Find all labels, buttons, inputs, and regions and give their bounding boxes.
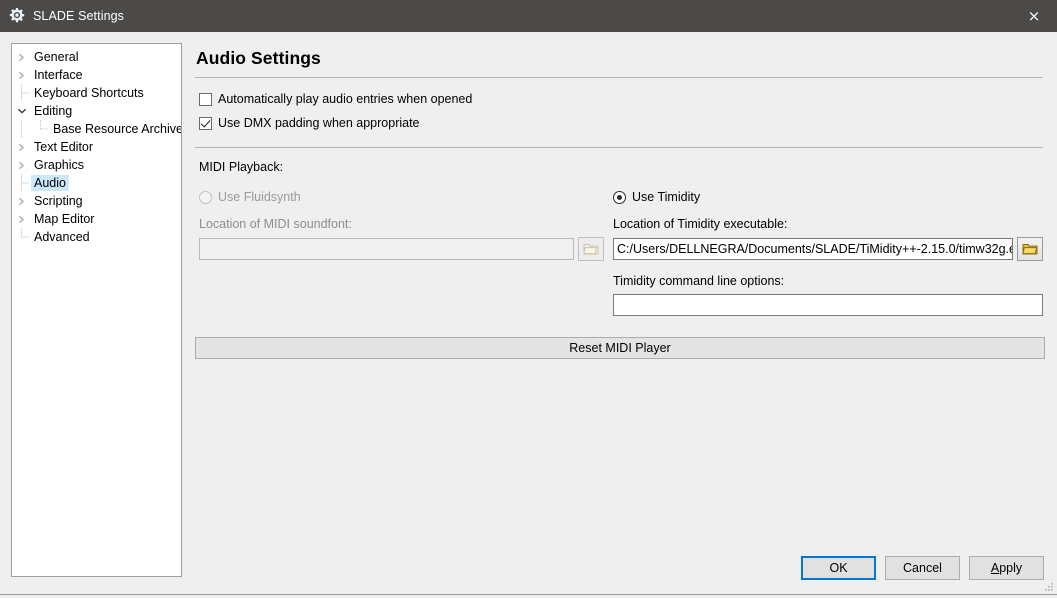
- radio-circle[interactable]: [613, 190, 626, 204]
- cancel-button[interactable]: Cancel: [885, 556, 960, 580]
- apply-button[interactable]: Apply: [969, 556, 1044, 580]
- radio-label: Use Fluidsynth: [218, 190, 301, 204]
- sidebar-item-label: Editing: [34, 104, 73, 118]
- settings-content-pane: Audio Settings Automatically play audio …: [194, 40, 1045, 560]
- sidebar-item-audio[interactable]: Audio: [12, 174, 181, 192]
- midi-soundfont-input[interactable]: [199, 238, 574, 260]
- apply-accel-letter: A: [990, 561, 1000, 575]
- midi-soundfont-label: Location of MIDI soundfont:: [199, 217, 352, 231]
- radio-use-timidity[interactable]: Use Timidity: [613, 188, 1043, 206]
- checkbox-label: Automatically play audio entries when op…: [218, 92, 473, 106]
- timidity-exe-input[interactable]: C:/Users/DELLNEGRA/Documents/SLADE/TiMid…: [613, 238, 1013, 260]
- tree-connector-icon: [31, 120, 50, 138]
- radio-circle[interactable]: [199, 190, 212, 204]
- midi-playback-label: MIDI Playback:: [199, 160, 284, 174]
- chevron-right-icon[interactable]: [12, 192, 31, 210]
- window-title: SLADE Settings: [33, 9, 125, 23]
- reset-midi-player-button[interactable]: Reset MIDI Player: [195, 337, 1045, 359]
- sidebar-item-label: Audio: [31, 175, 69, 191]
- sidebar-item-editing[interactable]: Editing: [12, 102, 181, 120]
- sidebar-item-label: Graphics: [34, 158, 85, 172]
- resize-grip-icon[interactable]: [1042, 580, 1054, 592]
- tree-connector-icon: [12, 228, 31, 246]
- checkbox-box[interactable]: [199, 92, 212, 106]
- tree-indent-guide: [12, 120, 31, 138]
- timidity-exe-label: Location of Timidity executable:: [613, 217, 788, 231]
- sidebar-item-label: General: [34, 50, 79, 64]
- settings-category-tree[interactable]: General Interface Keyboard Shortcuts Edi…: [11, 43, 182, 577]
- page-title: Audio Settings: [196, 48, 321, 68]
- sidebar-item-text-editor[interactable]: Text Editor: [12, 138, 181, 156]
- checkbox-dmx-padding[interactable]: Use DMX padding when appropriate: [199, 113, 1044, 133]
- title-divider: [195, 77, 1043, 78]
- sidebar-item-label: Interface: [34, 68, 83, 82]
- timidity-options-input[interactable]: [613, 294, 1043, 316]
- tree-connector-icon: [12, 84, 31, 102]
- radio-use-fluidsynth[interactable]: Use Fluidsynth: [199, 188, 604, 206]
- chevron-right-icon[interactable]: [12, 66, 31, 84]
- dialog-button-bar: OK Cancel Apply: [801, 556, 1044, 580]
- folder-icon[interactable]: [1017, 237, 1043, 261]
- ok-button[interactable]: OK: [801, 556, 876, 580]
- sidebar-item-label: Map Editor: [34, 212, 95, 226]
- radio-label: Use Timidity: [632, 190, 701, 204]
- sidebar-item-keyboard-shortcuts[interactable]: Keyboard Shortcuts: [12, 84, 181, 102]
- sidebar-item-label: Advanced: [34, 230, 90, 244]
- sidebar-item-label: Scripting: [34, 194, 83, 208]
- sidebar-item-label: Base Resource Archive: [53, 122, 182, 136]
- checkbox-label: Use DMX padding when appropriate: [218, 116, 420, 130]
- timidity-options-label: Timidity command line options:: [613, 274, 785, 288]
- chevron-right-icon[interactable]: [12, 156, 31, 174]
- window-titlebar: SLADE Settings ×: [0, 0, 1057, 32]
- close-icon[interactable]: ×: [1011, 0, 1057, 32]
- sidebar-item-base-resource-archive[interactable]: Base Resource Archive: [12, 120, 181, 138]
- sidebar-item-label: Text Editor: [34, 140, 94, 154]
- sidebar-item-interface[interactable]: Interface: [12, 66, 181, 84]
- chevron-right-icon[interactable]: [12, 210, 31, 228]
- sidebar-item-map-editor[interactable]: Map Editor: [12, 210, 181, 228]
- checkbox-box[interactable]: [199, 116, 212, 130]
- sidebar-item-label: Keyboard Shortcuts: [34, 86, 144, 100]
- tree-connector-icon: [12, 174, 31, 192]
- chevron-right-icon[interactable]: [12, 48, 31, 66]
- settings-dialog: General Interface Keyboard Shortcuts Edi…: [0, 32, 1057, 595]
- gear-icon: [9, 8, 25, 24]
- chevron-right-icon[interactable]: [12, 138, 31, 156]
- chevron-down-icon[interactable]: [12, 102, 31, 120]
- section-divider: [195, 147, 1043, 148]
- sidebar-item-general[interactable]: General: [12, 48, 181, 66]
- sidebar-item-advanced[interactable]: Advanced: [12, 228, 181, 246]
- apply-label-rest: pply: [999, 561, 1023, 575]
- checkbox-autoplay-audio[interactable]: Automatically play audio entries when op…: [199, 89, 1044, 109]
- folder-icon[interactable]: [578, 237, 604, 261]
- sidebar-item-scripting[interactable]: Scripting: [12, 192, 181, 210]
- sidebar-item-graphics[interactable]: Graphics: [12, 156, 181, 174]
